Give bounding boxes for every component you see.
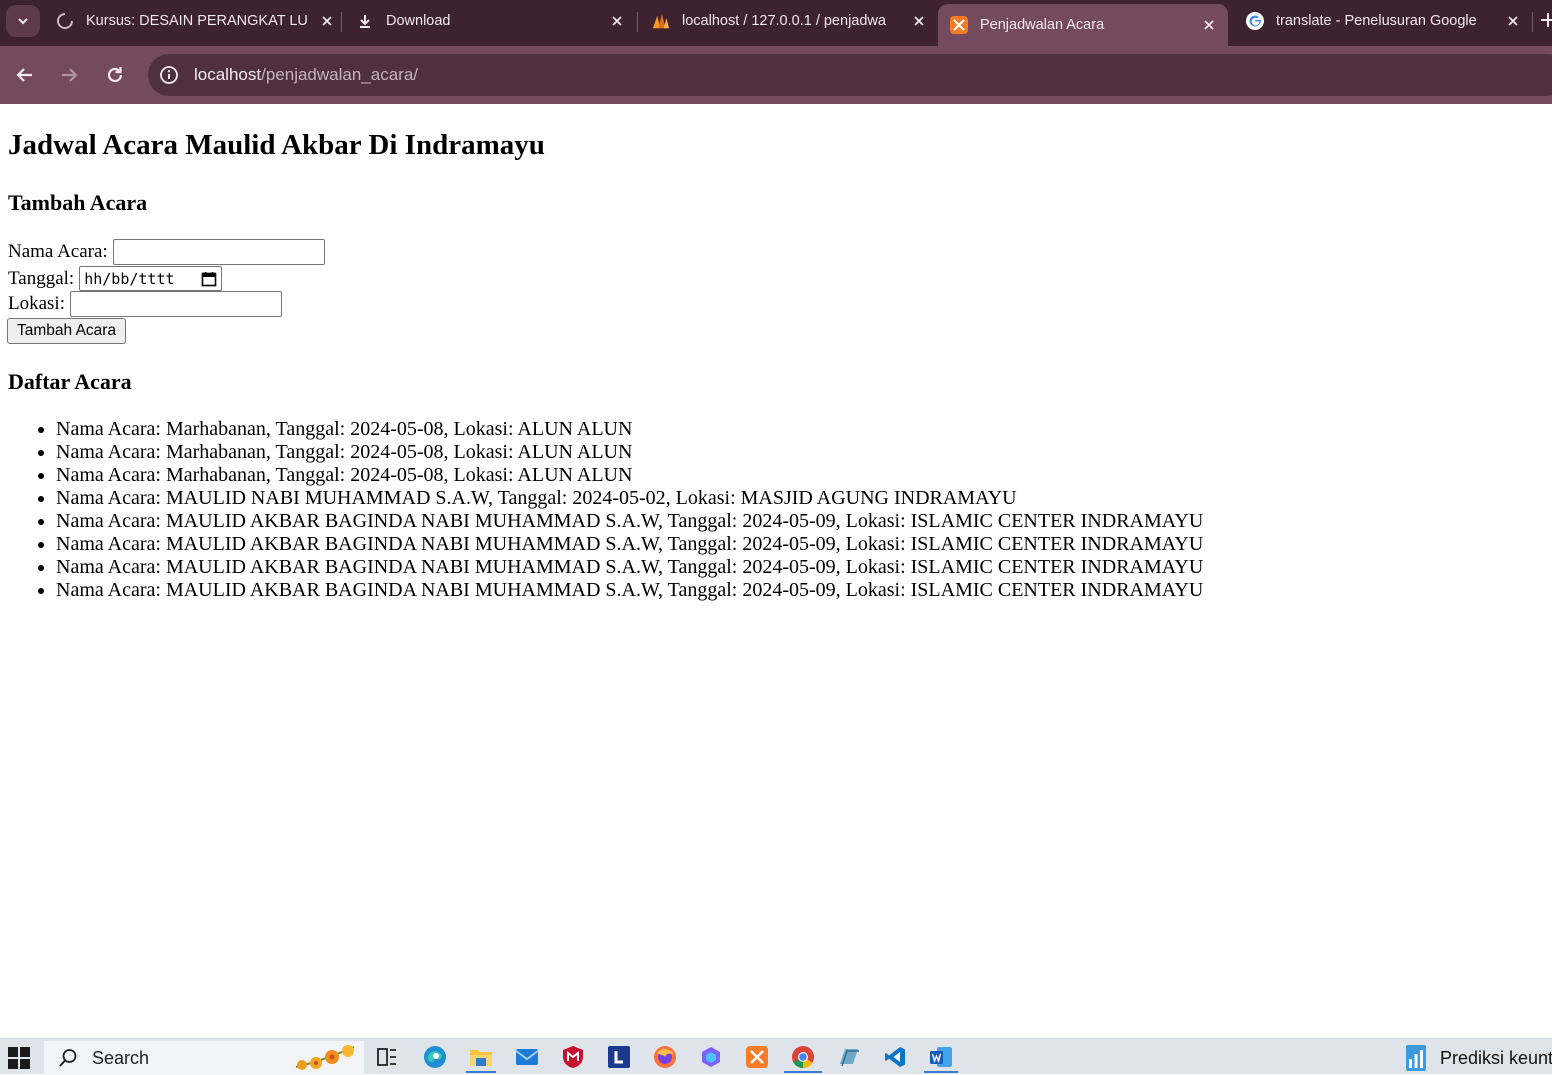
plus-icon <box>1541 13 1552 27</box>
list-item: Nama Acara: Marhabanan, Tanggal: 2024-05… <box>56 441 1203 464</box>
forward-button[interactable] <box>54 60 84 90</box>
taskbar-search[interactable]: Search <box>44 1041 364 1075</box>
close-icon[interactable] <box>1200 16 1218 34</box>
copilot-icon[interactable] <box>698 1044 724 1070</box>
list-item: Nama Acara: MAULID AKBAR BAGINDA NABI MU… <box>56 533 1203 556</box>
tab-download[interactable]: Download <box>356 0 626 42</box>
tab-separator <box>341 12 342 32</box>
address-bar[interactable]: localhost/penjadwalan_acara/ <box>148 54 1552 96</box>
tab-label: Kursus: DESAIN PERANGKAT LU <box>86 13 308 29</box>
l-app-icon[interactable] <box>606 1044 632 1070</box>
tab-separator <box>637 12 638 32</box>
start-button[interactable] <box>8 1047 30 1069</box>
close-icon[interactable] <box>608 12 626 30</box>
flowers-icon <box>295 1045 355 1070</box>
name-field-row: Nama Acara: <box>8 239 325 265</box>
browser-toolbar: localhost/penjadwalan_acara/ <box>0 46 1552 104</box>
list-item: Nama Acara: MAULID NABI MUHAMMAD S.A.W, … <box>56 487 1203 510</box>
widget-label: Prediksi keunt <box>1440 1047 1552 1068</box>
location-label: Lokasi: <box>8 293 65 314</box>
loading-spinner-icon <box>56 12 74 30</box>
event-list: Nama Acara: Marhabanan, Tanggal: 2024-05… <box>0 418 1203 602</box>
date-input[interactable]: hh/bb/tttt <box>79 266 223 291</box>
xampp-icon <box>950 16 968 34</box>
list-item: Nama Acara: MAULID AKBAR BAGINDA NABI MU… <box>56 579 1203 602</box>
list-item: Nama Acara: MAULID AKBAR BAGINDA NABI MU… <box>56 510 1203 533</box>
reload-button[interactable] <box>100 60 130 90</box>
running-indicator <box>466 1071 496 1073</box>
notes-icon[interactable] <box>836 1044 862 1070</box>
tab-phpmyadmin[interactable]: localhost / 127.0.0.1 / penjadwa <box>652 0 928 42</box>
vscode-icon[interactable] <box>882 1044 908 1070</box>
name-label: Nama Acara: <box>8 241 108 262</box>
arrow-left-icon <box>16 68 32 82</box>
running-indicator <box>924 1071 958 1073</box>
date-label: Tanggal: <box>8 267 75 289</box>
taskbar: Search Prediksi keunt <box>0 1038 1552 1075</box>
list-item: Nama Acara: Marhabanan, Tanggal: 2024-05… <box>56 464 1203 487</box>
search-label: Search <box>92 1047 150 1068</box>
close-icon[interactable] <box>1504 12 1522 30</box>
search-icon <box>59 1049 77 1067</box>
google-icon <box>1246 12 1264 30</box>
url-text: localhost/penjadwalan_acara/ <box>194 65 418 85</box>
site-info-icon[interactable] <box>158 64 180 86</box>
running-indicator <box>784 1071 822 1073</box>
tab-google-translate[interactable]: translate - Penelusuran Google <box>1246 0 1522 42</box>
page-title: Jadwal Acara Maulid Akbar Di Indramayu <box>8 129 545 161</box>
location-field-row: Lokasi: <box>8 291 282 317</box>
tab-label: localhost / 127.0.0.1 / penjadwa <box>682 13 886 29</box>
file-explorer-icon[interactable] <box>468 1044 494 1070</box>
add-event-button[interactable]: Tambah Acara <box>7 318 127 344</box>
name-input[interactable] <box>112 239 325 265</box>
firefox-icon[interactable] <box>652 1044 678 1070</box>
new-tab-button[interactable] <box>1540 12 1552 32</box>
download-icon <box>356 12 374 30</box>
mcafee-icon[interactable] <box>560 1044 586 1070</box>
tab-separator <box>1532 12 1533 32</box>
weather-widget[interactable]: Prediksi keunt <box>1404 1041 1552 1075</box>
word-icon[interactable] <box>928 1044 954 1070</box>
close-icon[interactable] <box>910 12 928 30</box>
location-input[interactable] <box>70 291 282 317</box>
form-heading: Tambah Acara <box>8 190 148 215</box>
list-item: Nama Acara: MAULID AKBAR BAGINDA NABI MU… <box>56 556 1203 579</box>
arrow-right-icon <box>62 68 78 82</box>
tab-label: translate - Penelusuran Google <box>1276 13 1477 29</box>
back-button[interactable] <box>10 60 40 90</box>
date-placeholder: hh/bb/tttt <box>84 269 175 288</box>
phpmyadmin-icon <box>652 12 670 30</box>
close-icon[interactable] <box>318 12 336 30</box>
edge-icon[interactable] <box>422 1044 448 1070</box>
list-item: Nama Acara: Marhabanan, Tanggal: 2024-05… <box>56 418 1203 441</box>
list-heading: Daftar Acara <box>8 369 132 394</box>
windows-icon <box>8 1047 30 1069</box>
tab-label: Download <box>386 13 451 29</box>
calendar-icon[interactable] <box>201 271 217 287</box>
tab-kursus[interactable]: Kursus: DESAIN PERANGKAT LU <box>56 0 336 42</box>
date-field-row: Tanggal: hh/bb/tttt <box>8 266 223 291</box>
mail-icon[interactable] <box>514 1044 540 1070</box>
tab-strip: Kursus: DESAIN PERANGKAT LU Download loc… <box>0 0 1552 46</box>
xampp-icon[interactable] <box>744 1044 770 1070</box>
chrome-icon[interactable] <box>790 1044 816 1070</box>
tab-label: Penjadwalan Acara <box>980 17 1105 33</box>
tab-penjadwalan-acara[interactable]: Penjadwalan Acara <box>938 4 1228 46</box>
task-view-icon[interactable] <box>374 1044 400 1070</box>
url-path: /penjadwalan_acara/ <box>261 65 419 84</box>
tab-search-button[interactable] <box>6 5 40 37</box>
chart-widget-icon <box>1406 1045 1426 1071</box>
reload-icon <box>107 67 123 83</box>
chevron-down-icon <box>18 18 28 25</box>
url-host: localhost <box>194 65 262 84</box>
page-content: Jadwal Acara Maulid Akbar Di Indramayu T… <box>0 104 1552 1038</box>
